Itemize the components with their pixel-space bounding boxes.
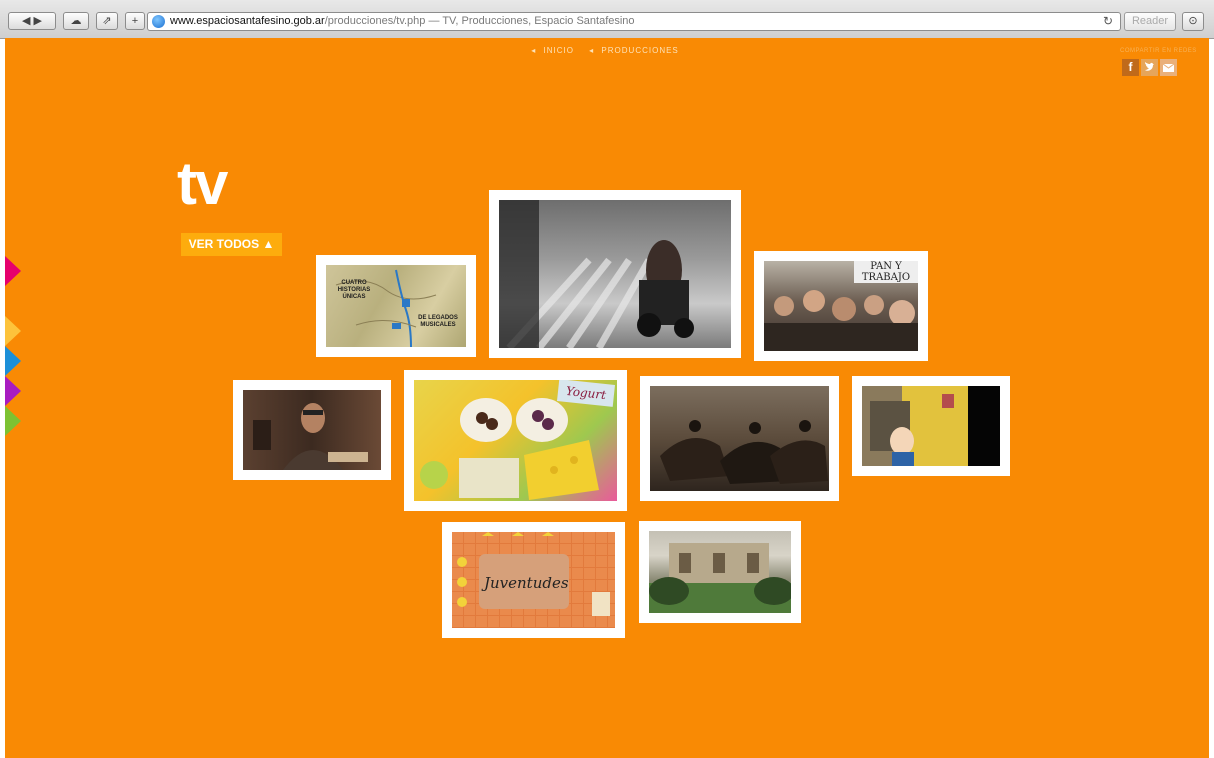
thumbnail-man-with-glasses[interactable] (233, 380, 391, 480)
side-tab-yellow[interactable] (5, 316, 21, 346)
breadcrumb-inicio[interactable]: ◂ INICIO (531, 46, 578, 55)
address-bar[interactable]: www.espaciosantafesino.gob.ar/produccion… (147, 12, 1121, 31)
side-tab-purple[interactable] (5, 376, 21, 406)
page-content: ◂ INICIO ◂ PRODUCCIONES COMPARTIR EN RED… (5, 38, 1209, 758)
share-label: COMPARTIR EN REDES (1120, 48, 1197, 54)
browser-toolbar: ◀ ▶ ☁ ⇗ + www.espaciosantafesino.gob.ar/… (0, 0, 1214, 39)
page-title: tv (177, 150, 228, 217)
juventudes-lettering: Juventudes (484, 574, 569, 592)
side-tab-blue[interactable] (5, 346, 21, 376)
email-icon[interactable] (1160, 59, 1177, 76)
page-title-text: — TV, Producciones, Espacio Santafesino (425, 15, 635, 27)
url-path: /producciones/tv.php (324, 15, 426, 27)
thumbnail-juventudes[interactable]: Juventudes (442, 522, 625, 638)
share-icon[interactable]: ⇗ (96, 12, 118, 30)
side-tab-magenta[interactable] (5, 256, 21, 286)
thumbnail-garden-house[interactable] (639, 521, 801, 623)
thumbnail-cartoon-window[interactable] (852, 376, 1010, 476)
reload-icon[interactable]: ↻ (1103, 14, 1113, 28)
thumbnail-protest-crowd[interactable]: PAN Y TRABAJO (754, 251, 928, 361)
globe-icon (152, 15, 165, 28)
facebook-icon[interactable]: f (1122, 59, 1139, 76)
ver-todos-button[interactable]: VER TODOS ▲ (181, 233, 282, 256)
thumbnail-colorful-candy[interactable]: Yogurt (404, 370, 627, 511)
map-caption-top: CUATRO HISTORIAS ÚNICAS (337, 280, 371, 300)
map-caption-bottom: DE LEGADOS MUSICALES (418, 315, 458, 328)
breadcrumb: ◂ INICIO ◂ PRODUCCIONES (5, 46, 1209, 55)
add-bookmark-icon[interactable]: + (125, 12, 145, 30)
cloud-icon[interactable]: ☁ (63, 12, 89, 30)
thumbnail-horse-riders[interactable] (640, 376, 839, 501)
downloads-icon[interactable]: ⊙ (1182, 12, 1204, 31)
thumbnail-map-documentary[interactable]: CUATRO HISTORIAS ÚNICAS DE LEGADOS MUSIC… (316, 255, 476, 357)
thumbnail-wheelchair-street[interactable] (489, 190, 741, 358)
url-host: www.espaciosantafesino.gob.ar (170, 15, 325, 27)
back-forward-buttons[interactable]: ◀ ▶ (8, 12, 56, 30)
reader-button[interactable]: Reader (1124, 12, 1176, 31)
side-tab-green[interactable] (5, 406, 21, 436)
twitter-icon[interactable] (1141, 59, 1158, 76)
breadcrumb-producciones[interactable]: ◂ PRODUCCIONES (589, 46, 683, 55)
